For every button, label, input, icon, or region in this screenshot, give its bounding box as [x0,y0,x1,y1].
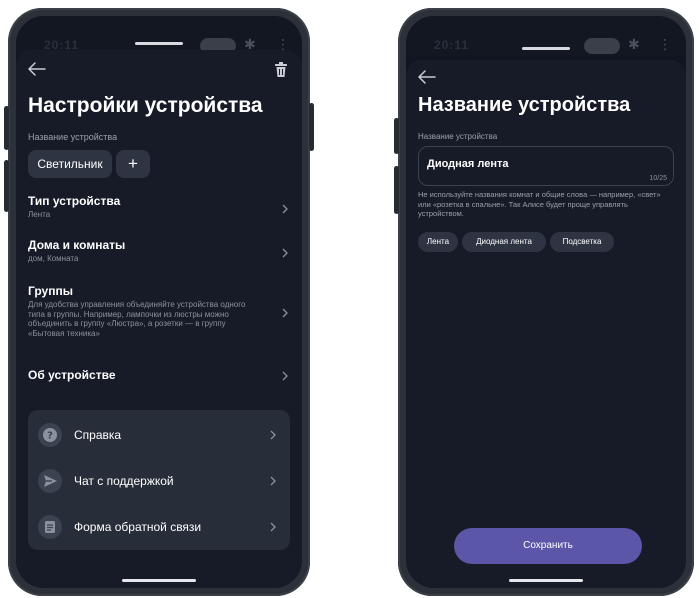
chevron-right-icon [270,522,276,532]
side-button [4,106,9,150]
phone-frame-left: 20:11 ✱ ⋮ Настройки устройства Название … [4,8,314,596]
suggestion-chip[interactable]: Подсветка [550,232,614,252]
chevron-right-icon [282,371,288,381]
row-subtitle: Для удобства управления объединяйте устр… [28,300,246,338]
status-bar: 20:11 ✱ ⋮ [406,16,686,56]
row-subtitle: Лента [28,210,51,219]
char-counter: 10/25 [649,175,667,182]
back-arrow-icon[interactable] [28,62,46,76]
status-time: 20:11 [434,38,470,52]
device-settings-screen: 20:11 ✱ ⋮ Настройки устройства Название … [16,16,302,588]
name-sheet: Название устройства Название устройства … [406,47,686,588]
save-button[interactable]: Сохранить [454,528,642,564]
row-title: Об устройстве [28,368,116,382]
settings-sheet: Настройки устройства Название устройства… [16,42,302,588]
chevron-right-icon [270,476,276,486]
naming-hint: Не используйте названия комнат и общие с… [418,190,661,218]
form-icon [38,515,62,539]
chevron-right-icon [282,308,288,318]
send-icon [38,469,62,493]
home-indicator[interactable] [122,579,196,582]
suggestion-chip[interactable]: Лента [418,232,458,252]
help-item-reference[interactable]: ? Справка [36,418,282,452]
question-icon: ? [38,423,62,447]
help-card: ? Справка Чат с поддержкой Форма обратно… [28,410,290,550]
suggestion-chip[interactable]: Диодная лента [462,232,546,252]
page-title: Название устройства [418,94,631,116]
name-caption: Название устройства [28,132,118,142]
side-button [309,103,314,151]
side-button [4,160,9,212]
help-item-label: Чат с поддержкой [74,474,174,488]
gear-icon: ✱ [628,36,640,52]
row-groups[interactable]: Группы Для удобства управления объединяй… [28,284,290,340]
svg-text:?: ? [47,431,53,442]
home-indicator[interactable] [509,579,583,582]
add-name-button[interactable]: + [116,150,150,178]
row-homes-rooms[interactable]: Дома и комнаты дом, Комната [28,238,290,266]
more-icon: ⋮ [658,36,672,52]
row-title: Группы [28,284,73,298]
help-item-label: Форма обратной связи [74,520,202,534]
help-item-label: Справка [74,428,122,442]
input-caption: Название устройства [418,132,498,141]
row-subtitle: дом, Комната [28,254,79,263]
trash-icon[interactable] [274,62,288,78]
device-name-screen: 20:11 ✱ ⋮ Название устройства Название у… [406,16,686,588]
help-item-feedback-form[interactable]: Форма обратной связи [36,510,282,544]
page-title: Настройки устройства [28,94,263,117]
chevron-right-icon [282,204,288,214]
chevron-right-icon [282,248,288,258]
device-name-input[interactable]: Диодная лента 10/25 [418,146,674,186]
sheet-grabber[interactable] [135,42,183,45]
back-arrow-icon[interactable] [418,70,436,84]
help-item-support-chat[interactable]: Чат с поддержкой [36,464,282,498]
side-button [394,118,399,154]
row-device-type[interactable]: Тип устройства Лента [28,194,290,222]
side-button [394,166,399,214]
row-title: Тип устройства [28,194,121,208]
status-pill [584,38,620,54]
device-name-chip[interactable]: Светильник [28,150,112,178]
row-title: Дома и комнаты [28,238,126,252]
chevron-right-icon [270,430,276,440]
sheet-grabber[interactable] [522,47,570,50]
row-about-device[interactable]: Об устройстве [28,368,290,386]
input-value: Диодная лента [427,158,509,170]
phone-frame-right: 20:11 ✱ ⋮ Название устройства Название у… [394,8,694,596]
